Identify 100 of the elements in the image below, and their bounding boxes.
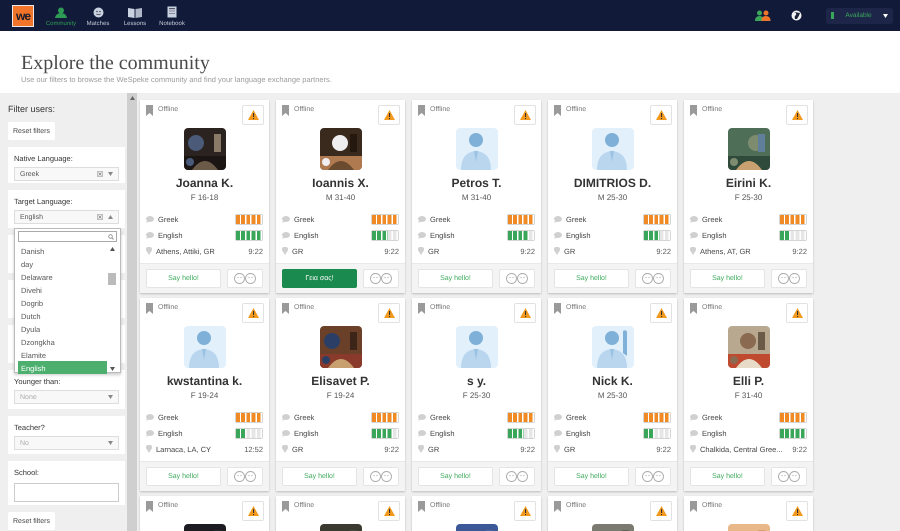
- chat-button[interactable]: [635, 269, 671, 288]
- bookmark-icon[interactable]: [282, 303, 289, 314]
- user-name: s y.: [466, 374, 488, 388]
- report-button[interactable]: [514, 105, 536, 125]
- report-button[interactable]: [650, 105, 672, 125]
- caret-icon: [108, 215, 113, 219]
- caret-icon: [108, 395, 113, 399]
- chat-button[interactable]: [363, 269, 399, 288]
- page-title: Explore the community: [21, 52, 211, 74]
- report-button[interactable]: [242, 105, 264, 125]
- faces-icon: [370, 471, 392, 482]
- faces-icon: [506, 273, 528, 284]
- faces-icon: [370, 273, 392, 284]
- user-info: M 25-30: [596, 193, 628, 203]
- chat-button[interactable]: [635, 467, 671, 486]
- notebook-icon: [167, 6, 177, 18]
- filter-heading: Filter users:: [8, 103, 56, 115]
- bookmark-icon[interactable]: [282, 501, 289, 512]
- logo[interactable]: we: [12, 4, 34, 26]
- speech-bubble-icon: [554, 232, 562, 238]
- warning-icon: [792, 110, 802, 120]
- chat-button[interactable]: [499, 269, 535, 288]
- report-button[interactable]: [378, 501, 400, 521]
- caret-icon: [130, 96, 134, 100]
- warning-icon: [792, 506, 802, 516]
- bookmark-icon[interactable]: [690, 303, 697, 314]
- user-info: F 19-24: [326, 391, 356, 401]
- warning-icon: [384, 110, 394, 120]
- bookmark-icon[interactable]: [146, 501, 153, 512]
- user-name: Ioannis X.: [311, 176, 370, 190]
- avatar-silhouette-drawing: [592, 128, 634, 170]
- warning-icon: [248, 110, 258, 120]
- report-button[interactable]: [514, 303, 536, 323]
- bookmark-icon[interactable]: [554, 303, 561, 314]
- bookmark-icon[interactable]: [418, 105, 425, 116]
- bookmark-icon[interactable]: [690, 105, 697, 116]
- user-name: Elli P.: [732, 374, 766, 388]
- avatar-silhouette-drawing: [592, 326, 634, 368]
- bookmark-icon[interactable]: [554, 105, 561, 116]
- pin-icon: [418, 247, 424, 255]
- speech-bubble-icon: [146, 414, 154, 420]
- report-button[interactable]: [650, 303, 672, 323]
- report-button[interactable]: [786, 303, 808, 323]
- user-name: Eirini K.: [724, 176, 772, 190]
- chat-button[interactable]: [227, 467, 263, 486]
- report-button[interactable]: [650, 501, 672, 521]
- chat-button[interactable]: [227, 269, 263, 288]
- user-info: M 31-40: [460, 193, 492, 203]
- user-name: kwstantina k.: [166, 374, 244, 388]
- avatar-silhouette-drawing: [456, 128, 498, 170]
- user-name: Nick K.: [591, 374, 634, 388]
- scrollbar[interactable]: [127, 93, 137, 531]
- chat-button[interactable]: [771, 269, 807, 288]
- bookmark-icon[interactable]: [418, 303, 425, 314]
- bookmark-icon[interactable]: [418, 501, 425, 512]
- pin-icon: [282, 445, 288, 453]
- report-button[interactable]: [786, 105, 808, 125]
- speech-bubble-icon: [146, 232, 154, 238]
- user-info: F 31-40: [734, 391, 764, 401]
- speech-bubble-icon: [418, 216, 426, 222]
- faces-icon: [506, 471, 528, 482]
- speech-bubble-icon: [690, 232, 698, 238]
- pin-icon: [690, 247, 696, 255]
- avatar-silhouette-drawing: [184, 326, 226, 368]
- bookmark-icon[interactable]: [690, 501, 697, 512]
- bookmark-icon[interactable]: [554, 501, 561, 512]
- pin-icon: [554, 247, 560, 255]
- report-button[interactable]: [242, 303, 264, 323]
- clear-icon[interactable]: [97, 214, 103, 220]
- report-button[interactable]: [242, 501, 264, 521]
- speech-bubble-icon: [282, 216, 290, 222]
- warning-icon: [384, 308, 394, 318]
- globe-icon[interactable]: [791, 10, 802, 21]
- warning-icon: [384, 506, 394, 516]
- chat-button[interactable]: [499, 467, 535, 486]
- report-button[interactable]: [514, 501, 536, 521]
- report-button[interactable]: [378, 303, 400, 323]
- warning-icon: [656, 110, 666, 120]
- input-field[interactable]: [14, 483, 119, 502]
- search-field[interactable]: [18, 231, 117, 242]
- speech-bubble-icon: [554, 430, 562, 436]
- report-button[interactable]: [378, 105, 400, 125]
- warning-icon: [248, 506, 258, 516]
- warning-icon: [520, 506, 530, 516]
- bookmark-icon[interactable]: [146, 303, 153, 314]
- search-icon: [108, 234, 114, 240]
- user-info: M 25-30: [596, 391, 628, 401]
- warning-icon: [656, 506, 666, 516]
- faces-icon: [642, 471, 664, 482]
- warning-icon: [792, 308, 802, 318]
- scrollbar-thumb[interactable]: [108, 273, 116, 285]
- bookmark-icon[interactable]: [282, 105, 289, 116]
- chat-button[interactable]: [771, 467, 807, 486]
- people-icon[interactable]: [755, 10, 771, 21]
- clear-icon[interactable]: [97, 171, 103, 177]
- chat-button[interactable]: [363, 467, 399, 486]
- bookmark-icon[interactable]: [146, 105, 153, 116]
- report-button[interactable]: [786, 501, 808, 521]
- user-info: F 25-30: [462, 391, 492, 401]
- smiley-icon: [92, 7, 104, 18]
